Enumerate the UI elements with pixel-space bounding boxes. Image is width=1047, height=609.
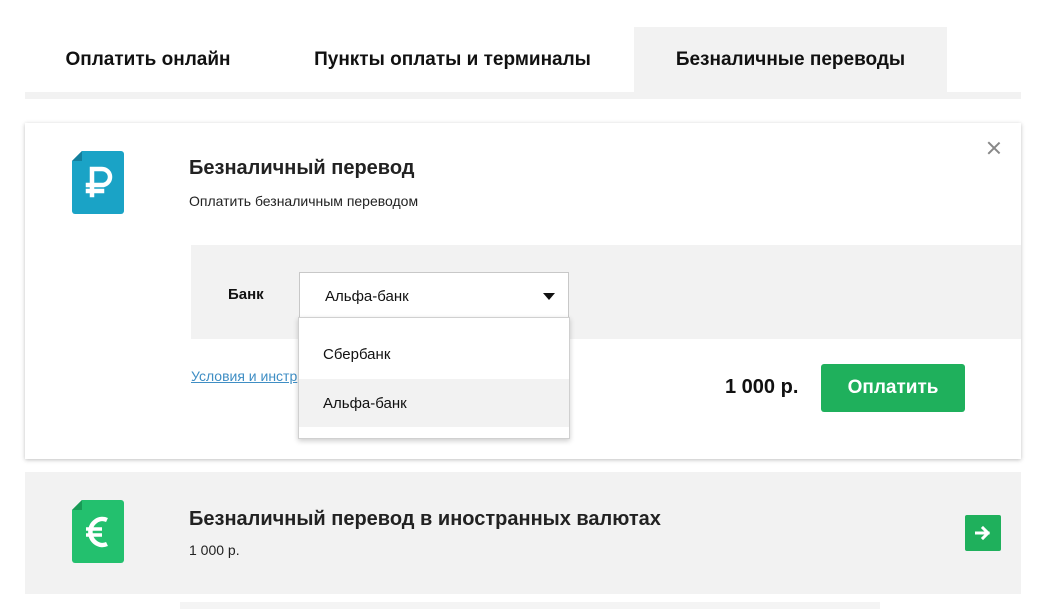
caret-down-icon <box>543 293 555 300</box>
card-title: Безналичный перевод <box>189 157 415 179</box>
bank-select-value: Альфа-банк <box>325 288 409 305</box>
foreign-currency-transfer-card[interactable]: Безналичный перевод в иностранных валюта… <box>25 472 1021 594</box>
pay-button[interactable]: Оплатить <box>821 364 965 412</box>
ruble-document-icon <box>72 151 124 214</box>
card-title: Безналичный перевод в иностранных валюта… <box>189 508 661 530</box>
tab-payment-points[interactable]: Пункты оплаты и терминалы <box>271 27 634 93</box>
terms-link[interactable]: Условия и инстр <box>191 368 297 384</box>
tab-cashless-transfers[interactable]: Безналичные переводы <box>634 27 947 93</box>
euro-document-icon <box>72 500 124 563</box>
tab-pay-online[interactable]: Оплатить онлайн <box>25 27 271 93</box>
dropdown-option-alfabank[interactable]: Альфа-банк <box>299 379 569 427</box>
close-icon[interactable] <box>985 139 1003 157</box>
bank-label: Банк <box>228 286 264 303</box>
card-subtitle: Оплатить безналичным переводом <box>189 193 419 209</box>
bank-dropdown-menu: Сбербанк Альфа-банк <box>298 317 570 439</box>
payment-method-tabs: Оплатить онлайн Пункты оплаты и терминал… <box>25 27 1021 99</box>
dropdown-option-sberbank[interactable]: Сбербанк <box>299 330 569 378</box>
tabs-underline <box>25 92 1021 99</box>
bank-select[interactable]: Альфа-банк <box>299 272 569 319</box>
card-price: 1 000 р. <box>189 542 240 558</box>
price: 1 000 р. <box>725 376 799 398</box>
divider <box>180 602 880 609</box>
arrow-right-icon[interactable] <box>965 515 1001 551</box>
